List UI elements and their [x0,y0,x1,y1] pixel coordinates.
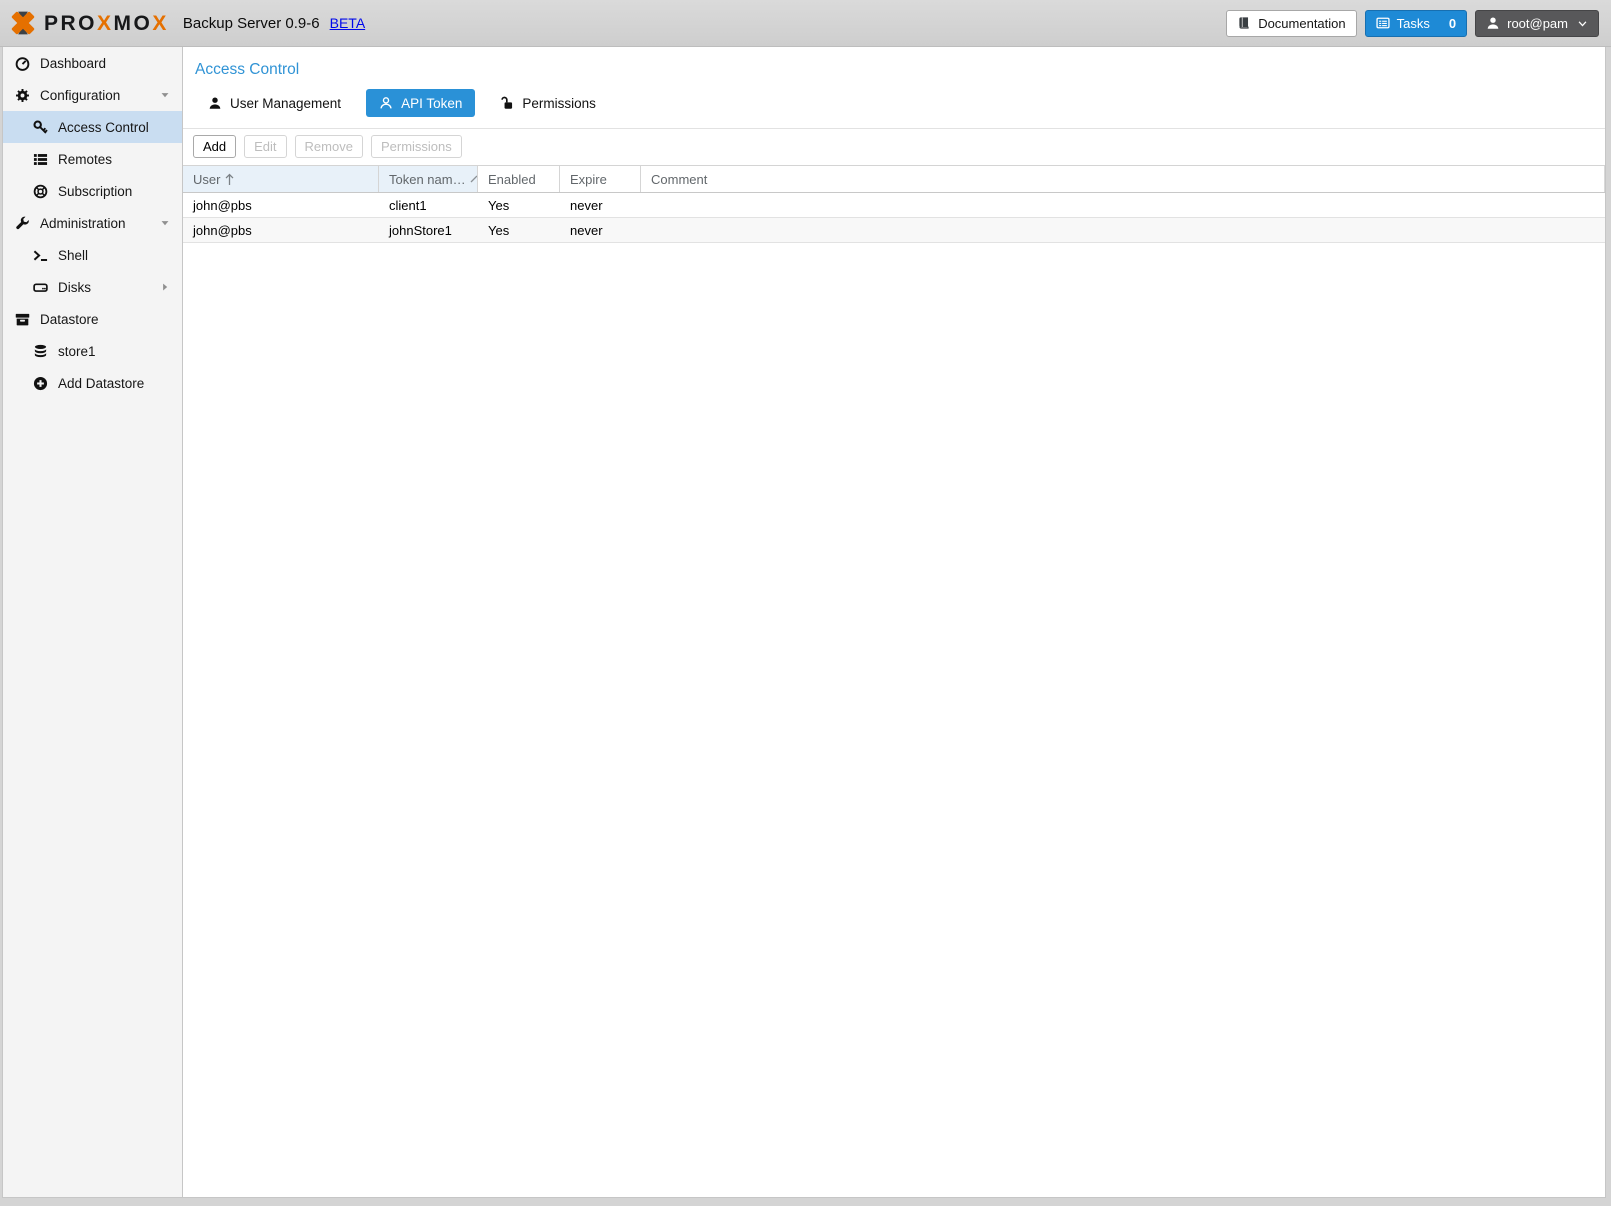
cell-user: john@pbs [183,218,379,242]
main-panel: Access Control User Management API Token P… [183,47,1606,1198]
permissions-button[interactable]: Permissions [371,135,462,158]
sidebar-item-label: Disks [58,280,91,295]
cell-expire: never [560,193,641,217]
column-header-comment[interactable]: Comment [641,166,1605,192]
wrench-icon [13,216,31,231]
database-icon [31,344,49,359]
list-icon [31,152,49,167]
book-icon [1237,16,1251,30]
sidebar-item-label: Dashboard [40,56,106,71]
api-token-table: User Token nam… Enabled Expire Comment john@… [183,166,1605,243]
sidebar-item-shell[interactable]: Shell [3,239,182,271]
sidebar-item-disks[interactable]: Disks [3,271,182,303]
column-label: Expire [570,172,607,187]
table-row[interactable]: john@pbsjohnStore1Yesnever [183,218,1605,243]
sidebar-item-remotes[interactable]: Remotes [3,143,182,175]
plus-circle-icon [31,376,49,391]
tab-bar: User Management API Token Permissions [183,79,1605,129]
user-outline-icon [379,96,393,110]
sort-asc-clipped-icon [470,175,478,183]
table-row[interactable]: john@pbsclient1Yesnever [183,193,1605,218]
sidebar-item-configuration[interactable]: Configuration [3,79,182,111]
content-area: Dashboard Configuration Access Control Remo… [0,47,1611,1198]
sidebar-item-administration[interactable]: Administration [3,207,182,239]
sidebar-item-label: Remotes [58,152,112,167]
sidebar-item-label: Add Datastore [58,376,144,391]
top-header: PROXMOX Backup Server 0.9-6 BETA Documen… [0,0,1611,47]
tab-label: Permissions [522,96,596,111]
documentation-button[interactable]: Documentation [1226,10,1356,37]
column-header-user[interactable]: User [183,166,379,192]
sidebar-item-dashboard[interactable]: Dashboard [3,47,182,79]
beta-link[interactable]: BETA [330,15,366,31]
sidebar-item-label: Administration [40,216,126,231]
hdd-icon [31,280,49,295]
sidebar-item-access-control[interactable]: Access Control [3,111,182,143]
tasks-button[interactable]: Tasks 0 [1365,10,1467,37]
column-label: Token nam… [389,172,466,187]
documentation-label: Documentation [1258,16,1345,31]
sidebar-item-add-datastore[interactable]: Add Datastore [3,367,182,399]
table-body: john@pbsclient1Yesneverjohn@pbsjohnStore… [183,193,1605,243]
tab-label: User Management [230,96,341,111]
sidebar-item-label: Shell [58,248,88,263]
tachometer-icon [13,56,31,71]
proxmox-logo-icon [8,8,38,38]
column-header-expire[interactable]: Expire [560,166,641,192]
user-icon [208,96,222,110]
sidebar-item-label: store1 [58,344,96,359]
add-button[interactable]: Add [193,135,236,158]
sidebar-item-subscription[interactable]: Subscription [3,175,182,207]
cell-comment [641,218,1605,242]
column-header-enabled[interactable]: Enabled [478,166,560,192]
edit-button[interactable]: Edit [244,135,286,158]
tab-api-token[interactable]: API Token [366,89,475,117]
cell-enabled: Yes [478,193,560,217]
user-icon [1486,16,1500,30]
sidebar-item-label: Subscription [58,184,132,199]
cell-user: john@pbs [183,193,379,217]
cell-enabled: Yes [478,218,560,242]
username-label: root@pam [1507,16,1568,31]
toolbar: Add Edit Remove Permissions [183,129,1605,166]
sidebar-item-label: Datastore [40,312,99,327]
user-menu-button[interactable]: root@pam [1475,10,1599,37]
sidebar-item-store1[interactable]: store1 [3,335,182,367]
sidebar: Dashboard Configuration Access Control Remo… [2,47,183,1198]
gear-icon [13,88,31,103]
sidebar-item-label: Access Control [58,120,149,135]
app-title: Backup Server 0.9-6 [183,15,320,32]
chevron-down-icon [1575,18,1588,29]
tasks-label: Tasks [1397,16,1430,31]
tab-label: API Token [401,96,462,111]
collapse-arrow-icon[interactable] [160,90,170,100]
cell-token-nam: client1 [379,193,478,217]
life-ring-icon [31,184,49,199]
column-label: Comment [651,172,707,187]
collapse-arrow-icon[interactable] [160,218,170,228]
tasks-count-badge: 0 [1449,16,1456,31]
terminal-icon [31,248,49,263]
archive-icon [13,312,31,327]
sort-asc-icon [224,173,235,186]
remove-button[interactable]: Remove [295,135,363,158]
table-header: User Token nam… Enabled Expire Comment [183,166,1605,193]
column-header-token-nam[interactable]: Token nam… [379,166,478,192]
column-label: Enabled [488,172,536,187]
sidebar-item-datastore[interactable]: Datastore [3,303,182,335]
tab-permissions[interactable]: Permissions [487,89,609,117]
cell-token-nam: johnStore1 [379,218,478,242]
proxmox-logo-text: PROXMOX [44,13,169,34]
key-icon [31,120,49,135]
tab-user-management[interactable]: User Management [195,89,354,117]
column-label: User [193,172,220,187]
sidebar-item-label: Configuration [40,88,120,103]
cell-expire: never [560,218,641,242]
unlock-icon [500,96,514,110]
expand-arrow-icon[interactable] [160,282,170,292]
task-list-icon [1376,16,1390,30]
cell-comment [641,193,1605,217]
page-title: Access Control [183,47,1605,79]
proxmox-logo: PROXMOX [8,8,169,38]
